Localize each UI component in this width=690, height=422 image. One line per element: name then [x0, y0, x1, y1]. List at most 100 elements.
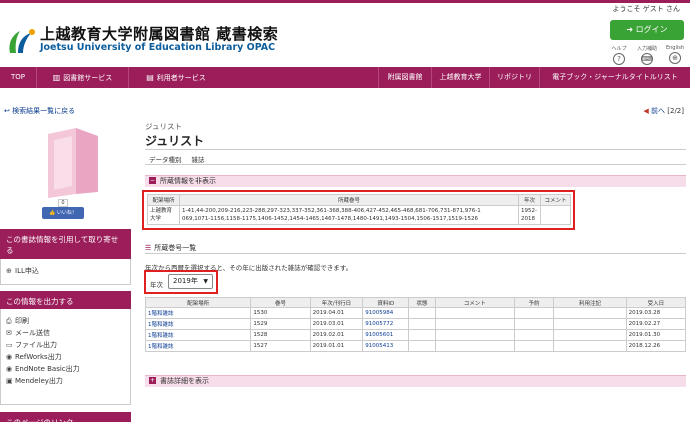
- endnote-link[interactable]: ◉ EndNote Basic出力: [1, 363, 130, 375]
- record-title: ジュリスト: [145, 134, 205, 148]
- ill-icon: ⊕: [6, 267, 12, 275]
- table-cell[interactable]: 1階和雑誌: [144, 340, 252, 352]
- refworks-link[interactable]: ◉ RefWorks出力: [1, 351, 130, 363]
- mail-icon: ✉: [6, 329, 12, 337]
- record-kicker: ジュリスト: [145, 122, 182, 131]
- table-cell: 2019.04.01: [309, 307, 364, 319]
- site-title[interactable]: 上越教育大学附属図書館 蔵書検索: [40, 23, 278, 44]
- table-cell[interactable]: 91005413: [362, 340, 410, 352]
- collapse-icon: −: [149, 177, 156, 184]
- table-row: 1階和雑誌 1529 2019.03.01 91005772 2019.02.2…: [144, 318, 687, 330]
- table-cell[interactable]: 91005601: [362, 329, 410, 341]
- page-indicator: [2/2]: [667, 107, 684, 115]
- nav-user-services[interactable]: ▤ 利用者サービス: [128, 67, 223, 88]
- table-cell: 2019.02.01: [309, 329, 364, 341]
- table-cell: [553, 307, 627, 319]
- back-to-results-link[interactable]: ↩ 検索結果一覧に戻る: [4, 106, 75, 116]
- cite-heading: この書誌情報を引用して取り寄せる: [0, 229, 131, 259]
- holding-years: 1952-2018: [518, 205, 541, 225]
- table-cell: [408, 318, 436, 330]
- top-strip: [0, 0, 690, 3]
- table-cell[interactable]: 1階和雑誌: [144, 329, 252, 341]
- chevron-down-icon: ▼: [203, 278, 208, 285]
- pager: ◀ 前へ [2/2]: [643, 106, 684, 116]
- table-cell: 1529: [250, 318, 311, 330]
- table-cell: [513, 329, 555, 341]
- th-years: 年次: [518, 194, 541, 206]
- main-nav: TOP ▥ 図書館サービス ▤ 利用者サービス 附属図書館 上越教育大学 リポジトリ…: [0, 67, 690, 88]
- table-cell: [434, 340, 515, 352]
- table-cell: [434, 329, 515, 341]
- table-cell: [513, 307, 555, 319]
- table-cell[interactable]: 1階和雑誌: [144, 307, 252, 319]
- login-label: ログイン: [635, 25, 668, 34]
- table-cell: [408, 329, 436, 341]
- table-cell[interactable]: 1階和雑誌: [144, 318, 252, 330]
- login-button[interactable]: ➜ ログイン: [610, 20, 684, 40]
- th-vol-received: 受入日: [625, 297, 687, 308]
- table-cell: 2019.03.28: [625, 307, 687, 319]
- print-icon: ⎙: [6, 317, 12, 325]
- table-cell: [553, 340, 627, 352]
- table-row: 1階和雑誌 1528 2019.02.01 91005601 2019.01.3…: [144, 329, 687, 341]
- nav-library[interactable]: 附属図書館: [378, 67, 431, 88]
- year-select[interactable]: 2019年 ▼: [168, 274, 213, 289]
- table-row: 1階和雑誌 1530 2019.04.01 91005984 2019.03.2…: [144, 307, 687, 319]
- th-location: 配架場所: [147, 194, 180, 206]
- table-cell: [434, 307, 515, 319]
- english-link[interactable]: English ⊕: [660, 45, 690, 64]
- holding-volumes: 1-41,44-200,209-216,223-288,297-323,337-…: [179, 205, 519, 225]
- holdings-row: 上越教育大学 1-41,44-200,209-216,223-288,297-3…: [147, 205, 571, 225]
- table-cell: [434, 318, 515, 330]
- prev-link[interactable]: 前へ: [651, 107, 665, 115]
- english-label: English: [665, 45, 685, 51]
- table-cell[interactable]: 91005984: [362, 307, 410, 319]
- meta-label: データ種別: [149, 156, 182, 164]
- th-vol-id: 資料ID: [362, 297, 410, 308]
- list-icon: ☰: [145, 244, 152, 252]
- th-vol-status: 状態: [408, 297, 436, 308]
- table-cell: [553, 329, 627, 341]
- help-label: ヘルプ: [611, 46, 627, 52]
- nav-repository[interactable]: リポジトリ: [489, 67, 539, 88]
- expand-icon: +: [149, 377, 156, 384]
- keyboard-icon: ⌨: [641, 53, 653, 65]
- print-link[interactable]: ⎙ 印刷: [1, 315, 130, 327]
- nav-university[interactable]: 上越教育大学: [431, 67, 489, 88]
- nav-library-services[interactable]: ▥ 図書館サービス: [36, 67, 128, 88]
- table-cell: [553, 318, 627, 330]
- globe-icon: ⊕: [669, 52, 681, 64]
- help-icon: ?: [613, 53, 625, 65]
- email-link[interactable]: ✉ メール送信: [1, 327, 130, 339]
- input-assist-link[interactable]: 入力補助 ⌨: [632, 45, 662, 65]
- welcome-text: ようこそ ゲスト さん: [612, 5, 680, 13]
- holdings-toggle[interactable]: − 所蔵情報を非表示: [145, 175, 686, 187]
- facebook-like-button[interactable]: 👍 いいね！: [42, 207, 84, 219]
- input-assist-label: 入力補助: [636, 46, 657, 52]
- table-cell: 1527: [250, 340, 311, 352]
- return-icon: ↩: [4, 107, 13, 115]
- table-cell: 2019.01.01: [309, 340, 364, 352]
- nav-top[interactable]: TOP: [0, 67, 36, 88]
- table-cell[interactable]: 91005772: [362, 318, 410, 330]
- mendeley-icon: ▣: [6, 377, 13, 385]
- details-toggle[interactable]: + 書誌詳細を表示: [145, 375, 686, 387]
- output-box: ⎙ 印刷 ✉ メール送信 ▭ ファイル出力 ◉ RefWorks出力 ◉ EndNote …: [0, 309, 131, 405]
- login-icon: ➜: [626, 25, 636, 34]
- table-cell: 2019.01.30: [625, 329, 687, 341]
- volume-list-title: ☰ 所蔵巻号一覧: [145, 244, 197, 252]
- title-divider: [145, 149, 686, 150]
- holdings-table: 配架場所 所蔵巻号 年次 コメント 上越教育大学 1-41,44-200,209…: [147, 194, 571, 225]
- refworks-icon: ◉: [6, 353, 13, 361]
- ill-request-link[interactable]: ⊕ ILL申込: [1, 265, 130, 277]
- nav-ebook-list[interactable]: 電子ブック・ジャーナルタイトルリスト: [539, 67, 690, 88]
- mendeley-link[interactable]: ▣ Mendeley出力: [1, 375, 130, 387]
- file-export-link[interactable]: ▭ ファイル出力: [1, 339, 130, 351]
- holding-location: 上越教育大学: [147, 205, 180, 225]
- help-link[interactable]: ヘルプ ?: [604, 45, 634, 65]
- page-link-heading: このページのリンク: [0, 412, 131, 422]
- table-cell: [408, 340, 436, 352]
- library-logo: [9, 29, 35, 53]
- user-services-icon: ▤: [146, 73, 154, 82]
- volume-table: 配架場所 巻号 年次/刊行日 資料ID 状態 コメント 予約 利用注記 受入日 …: [144, 297, 687, 352]
